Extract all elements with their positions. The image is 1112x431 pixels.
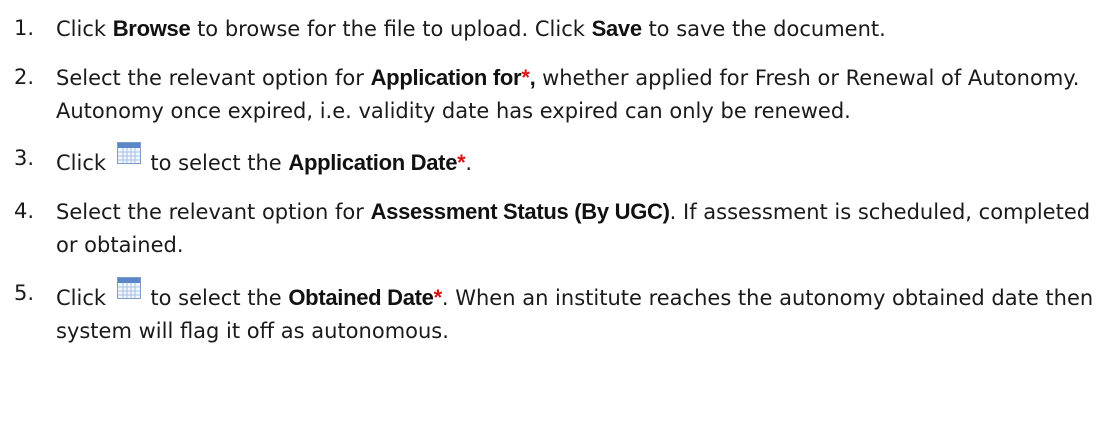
- step-number: 5.: [14, 281, 35, 305]
- assessment-status-label: Assessment Status (By UGC): [370, 199, 670, 224]
- obtained-date-label: Obtained Date: [288, 285, 434, 310]
- application-for-label: Application for: [370, 65, 522, 90]
- step-text: to save the document.: [641, 17, 886, 41]
- browse-label: Browse: [112, 16, 191, 41]
- calendar-icon: [116, 142, 141, 164]
- step-text: Click: [56, 151, 113, 175]
- step-number: 2.: [14, 65, 35, 89]
- step-text: to select the: [143, 286, 289, 310]
- instruction-document: 1. Click Browse to browse for the file t…: [0, 0, 1112, 431]
- step-text: Click: [56, 17, 113, 41]
- step-text: Select the relevant option for: [56, 200, 371, 224]
- step-number: 3.: [14, 146, 35, 170]
- application-date-label: Application Date: [288, 150, 458, 175]
- steps-list: 1. Click Browse to browse for the file t…: [14, 12, 1098, 348]
- step-text: Click: [56, 286, 113, 310]
- step-4: 4. Select the relevant option for Assess…: [14, 195, 1098, 262]
- step-text: Select the relevant option for: [56, 66, 371, 90]
- required-asterisk: *: [521, 65, 530, 90]
- calendar-icon: [116, 277, 141, 299]
- step-3: 3. Click to select the Application Date*…: [14, 142, 1098, 180]
- step-text: .: [465, 151, 473, 175]
- step-1: 1. Click Browse to browse for the file t…: [14, 12, 1098, 46]
- step-number: 4.: [14, 199, 35, 223]
- step-number: 1.: [14, 16, 35, 40]
- step-text: to browse for the file to upload. Click: [190, 17, 592, 41]
- required-asterisk: *: [433, 285, 443, 310]
- step-text: to select the: [143, 151, 289, 175]
- step-2: 2. Select the relevant option for Applic…: [14, 61, 1098, 128]
- save-label: Save: [591, 16, 642, 41]
- step-5: 5. Click to select the Obtained Date*. W…: [14, 277, 1098, 348]
